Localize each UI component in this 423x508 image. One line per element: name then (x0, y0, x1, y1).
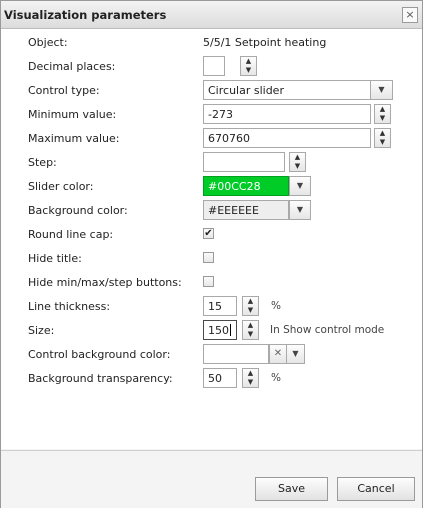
chevron-down-icon[interactable]: ▼ (289, 176, 311, 196)
control-bg-color-row: Control background color: ✕ ▼ (1, 344, 422, 366)
line-thickness-unit: % (271, 300, 281, 312)
hide-buttons-label: Hide min/max/step buttons: (28, 276, 182, 289)
background-color-label: Background color: (28, 204, 128, 217)
hide-buttons-checkbox[interactable] (203, 276, 214, 287)
line-thickness-label: Line thickness: (28, 300, 111, 313)
minimum-value-row: Minimum value: -273 ▲ ▼ (1, 104, 422, 126)
maximum-value-input[interactable]: 670760 (203, 128, 371, 148)
object-label: Object: (28, 36, 68, 49)
spin-up-icon[interactable]: ▲ (241, 57, 256, 66)
spin-down-icon[interactable]: ▼ (243, 330, 258, 339)
minimum-value-input[interactable]: -273 (203, 104, 371, 124)
chevron-down-icon[interactable]: ▼ (287, 344, 305, 364)
spin-up-icon[interactable]: ▲ (375, 105, 390, 114)
spin-down-icon[interactable]: ▼ (241, 66, 256, 75)
decimal-places-row: Decimal places: ▲ ▼ (1, 56, 422, 78)
spin-down-icon[interactable]: ▼ (375, 114, 390, 123)
clear-icon[interactable]: ✕ (269, 344, 287, 364)
round-line-cap-row: Round line cap: ✔ (1, 224, 422, 246)
decimal-places-stepper[interactable]: ▲ ▼ (240, 56, 257, 76)
bg-transparency-unit: % (271, 372, 281, 384)
spin-down-icon[interactable]: ▼ (375, 138, 390, 147)
control-type-label: Control type: (28, 84, 100, 97)
decimal-places-input[interactable] (203, 56, 225, 76)
spin-up-icon[interactable]: ▲ (243, 369, 258, 378)
control-bg-color-swatch[interactable] (203, 344, 269, 364)
step-input[interactable] (203, 152, 285, 172)
visualization-parameters-dialog: Visualization parameters × Object: 5/5/1… (0, 0, 423, 508)
size-note: In Show control mode (270, 324, 385, 336)
spin-up-icon[interactable]: ▲ (290, 153, 305, 162)
bg-transparency-input[interactable]: 50 (203, 368, 237, 388)
slider-color-swatch[interactable]: #00CC28 (203, 176, 289, 196)
text-caret (230, 324, 231, 336)
background-color-swatch[interactable]: #EEEEEE (203, 200, 289, 220)
control-type-row: Control type: Circular slider ▼ (1, 80, 422, 102)
bg-transparency-stepper[interactable]: ▲ ▼ (242, 368, 259, 388)
round-line-cap-label: Round line cap: (28, 228, 114, 241)
dialog-footer: Save Cancel (1, 450, 422, 508)
step-label: Step: (28, 156, 57, 169)
step-row: Step: ▲ ▼ (1, 152, 422, 174)
spin-down-icon[interactable]: ▼ (243, 378, 258, 387)
slider-color-label: Slider color: (28, 180, 94, 193)
spin-down-icon[interactable]: ▼ (290, 162, 305, 171)
size-input-value: 150 (208, 324, 229, 337)
round-line-cap-checkbox[interactable]: ✔ (203, 228, 214, 239)
line-thickness-input[interactable]: 15 (203, 296, 237, 316)
maximum-value-stepper[interactable]: ▲ ▼ (374, 128, 391, 148)
hide-title-checkbox[interactable] (203, 252, 214, 263)
size-stepper[interactable]: ▲ ▼ (242, 320, 259, 340)
slider-color-row: Slider color: #00CC28 ▼ (1, 176, 422, 198)
chevron-down-icon[interactable]: ▼ (371, 80, 393, 100)
bg-transparency-row: Background transparency: 50 ▲ ▼ % (1, 368, 422, 390)
object-row: Object: 5/5/1 Setpoint heating (1, 32, 422, 54)
background-color-row: Background color: #EEEEEE ▼ (1, 200, 422, 222)
size-input[interactable]: 150 (203, 320, 237, 340)
minimum-value-label: Minimum value: (28, 108, 117, 121)
size-label: Size: (28, 324, 55, 337)
maximum-value-label: Maximum value: (28, 132, 120, 145)
dialog-title: Visualization parameters (4, 8, 167, 22)
decimal-places-label: Decimal places: (28, 60, 116, 73)
control-type-select[interactable]: Circular slider (203, 80, 371, 100)
hide-title-label: Hide title: (28, 252, 82, 265)
spin-down-icon[interactable]: ▼ (243, 306, 258, 315)
control-bg-color-label: Control background color: (28, 348, 171, 361)
spin-up-icon[interactable]: ▲ (375, 129, 390, 138)
minimum-value-stepper[interactable]: ▲ ▼ (374, 104, 391, 124)
spin-up-icon[interactable]: ▲ (243, 297, 258, 306)
hide-buttons-row: Hide min/max/step buttons: (1, 272, 422, 294)
dialog-body: Object: 5/5/1 Setpoint heating Decimal p… (1, 29, 422, 449)
maximum-value-row: Maximum value: 670760 ▲ ▼ (1, 128, 422, 150)
size-row: Size: 150 ▲ ▼ In Show control mode (1, 320, 422, 342)
spin-up-icon[interactable]: ▲ (243, 321, 258, 330)
dialog-titlebar: Visualization parameters × (1, 1, 422, 29)
hide-title-row: Hide title: (1, 248, 422, 270)
line-thickness-stepper[interactable]: ▲ ▼ (242, 296, 259, 316)
line-thickness-row: Line thickness: 15 ▲ ▼ % (1, 296, 422, 318)
cancel-button[interactable]: Cancel (337, 477, 415, 501)
close-icon[interactable]: × (402, 7, 418, 23)
save-button[interactable]: Save (255, 477, 328, 501)
step-stepper[interactable]: ▲ ▼ (289, 152, 306, 172)
bg-transparency-label: Background transparency: (28, 372, 173, 385)
object-value: 5/5/1 Setpoint heating (203, 36, 327, 49)
chevron-down-icon[interactable]: ▼ (289, 200, 311, 220)
